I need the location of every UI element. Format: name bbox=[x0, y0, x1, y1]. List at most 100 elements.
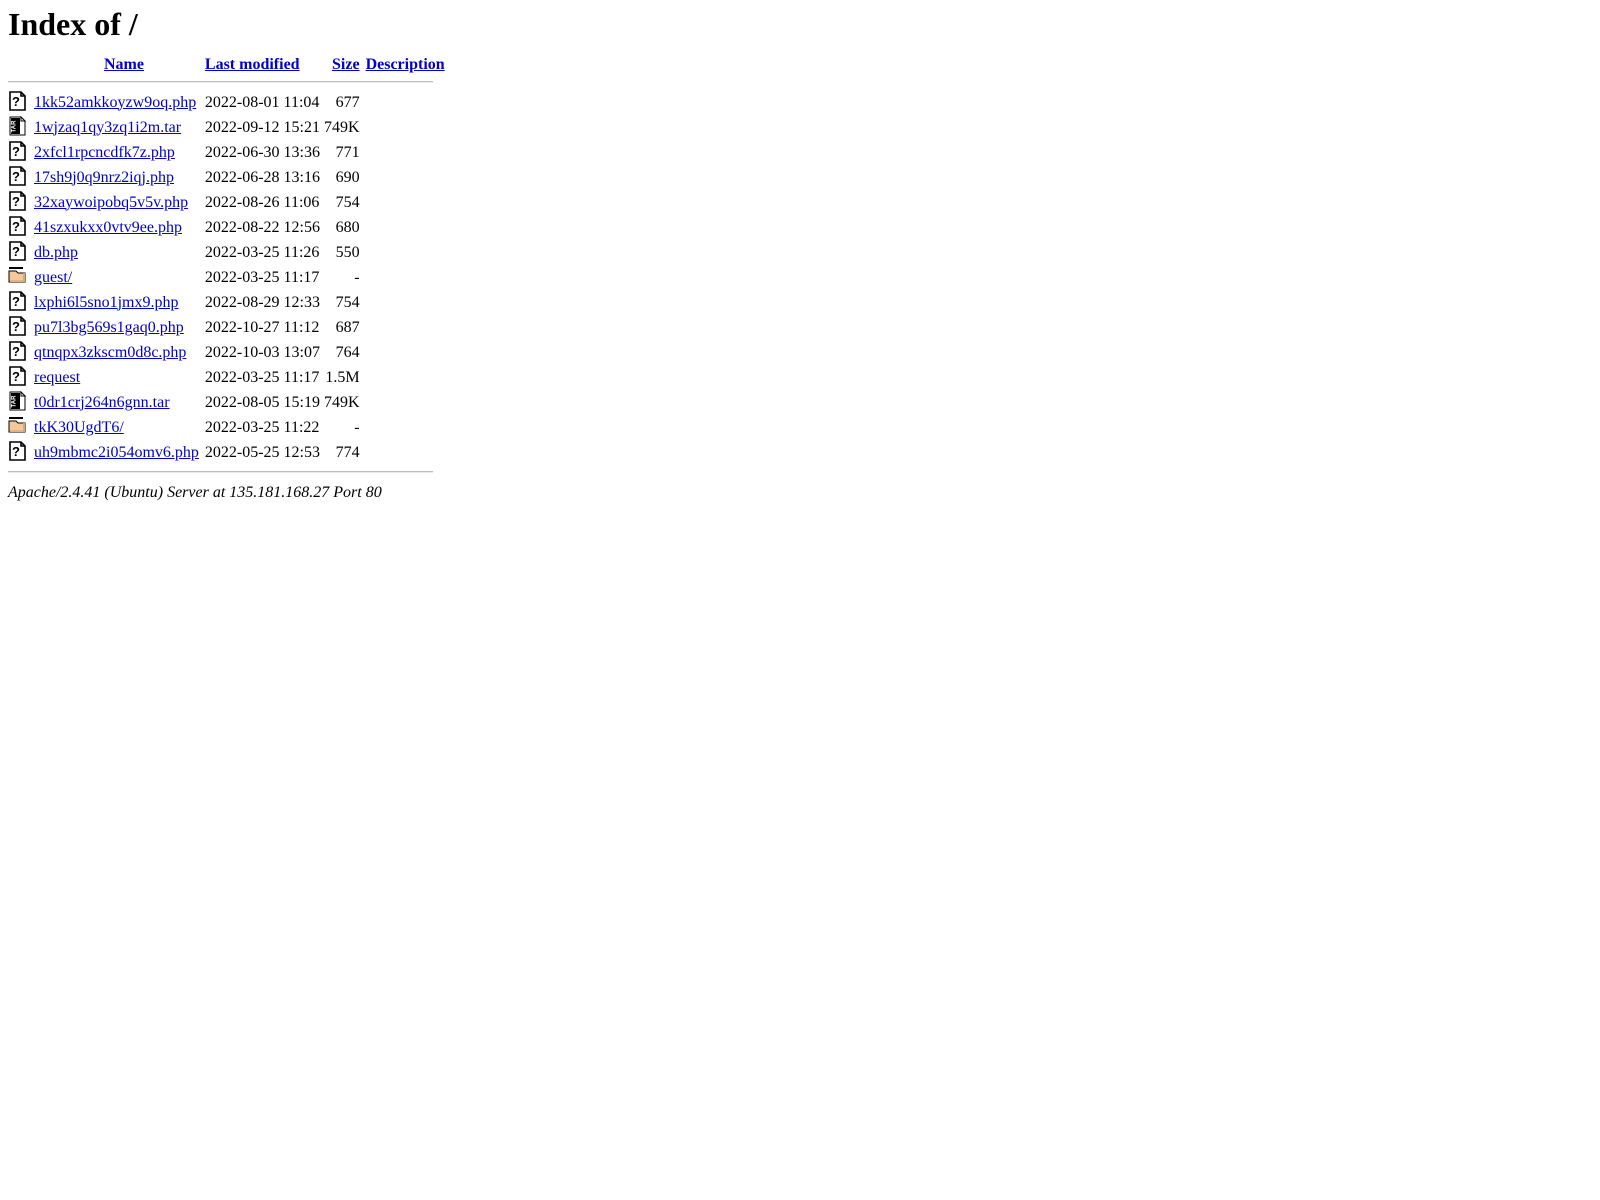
entry-description bbox=[366, 315, 445, 340]
svg-text:?: ? bbox=[12, 94, 20, 109]
entry-name-cell: 1wjzaq1qy3zq1i2m.tar bbox=[34, 115, 205, 140]
tar-archive-icon: TAR bbox=[8, 390, 28, 413]
table-row: ? 2xfcl1rpcncdfk7z.php 2022-06-30 13:36 771 bbox=[8, 140, 445, 165]
entry-name-cell: qtnqpx3zkscm0d8c.php bbox=[34, 340, 205, 365]
unknown-file-icon: ? bbox=[8, 441, 28, 463]
entry-description bbox=[366, 290, 445, 315]
entry-link[interactable]: 41szxukxx0vtv9ee.php bbox=[34, 219, 182, 236]
table-head: Name Last modified Size Description bbox=[8, 56, 445, 90]
entry-link[interactable]: db.php bbox=[34, 244, 78, 261]
entry-name-cell: 2xfcl1rpcncdfk7z.php bbox=[34, 140, 205, 165]
entry-size: 754 bbox=[335, 293, 360, 311]
unknown-file-icon: ? bbox=[8, 166, 28, 188]
table-row: ? 1kk52amkkoyzw9oq.php 2022-08-01 11:04 677 bbox=[8, 90, 445, 115]
entry-name-cell: 1kk52amkkoyzw9oq.php bbox=[34, 90, 205, 115]
entry-description bbox=[366, 390, 445, 415]
entry-size: - bbox=[354, 268, 360, 286]
svg-text:?: ? bbox=[12, 444, 20, 459]
entry-name-cell: guest/ bbox=[34, 265, 205, 290]
entry-icon-cell: ? bbox=[8, 240, 34, 265]
entry-link[interactable]: tkK30UgdT6/ bbox=[34, 419, 124, 436]
table-foot bbox=[8, 465, 445, 483]
unknown-file-icon: ? bbox=[8, 141, 28, 163]
entry-icon-cell: ? bbox=[8, 215, 34, 240]
unknown-file-icon: ? bbox=[8, 291, 28, 313]
entry-link[interactable]: guest/ bbox=[34, 269, 72, 286]
sort-by-size-link[interactable]: Size bbox=[332, 56, 360, 73]
entry-icon-cell: ? bbox=[8, 190, 34, 215]
table-row: ? 32xaywoipobq5v5v.php 2022-08-26 11:06 754 bbox=[8, 190, 445, 215]
unknown-file-icon: ? bbox=[8, 341, 28, 363]
entry-description bbox=[366, 190, 445, 215]
entry-icon-cell: ? bbox=[8, 90, 34, 115]
entry-name-cell: lxphi6l5sno1jmx9.php bbox=[34, 290, 205, 315]
entry-icon-cell: ? bbox=[8, 140, 34, 165]
entry-size: 677 bbox=[335, 93, 360, 111]
entry-name-cell: 32xaywoipobq5v5v.php bbox=[34, 190, 205, 215]
page-title: Index of / bbox=[8, 6, 138, 42]
entry-size: 764 bbox=[335, 343, 360, 361]
entry-name-cell: 41szxukxx0vtv9ee.php bbox=[34, 215, 205, 240]
svg-text:?: ? bbox=[12, 144, 20, 159]
entry-last-modified: 2022-10-27 11:12 bbox=[204, 318, 320, 336]
entry-last-modified: 2022-10-03 13:07 bbox=[204, 343, 320, 361]
column-header-description: Description bbox=[366, 56, 445, 77]
entry-size: 690 bbox=[335, 168, 360, 186]
svg-text:TAR: TAR bbox=[12, 120, 18, 133]
entry-link[interactable]: 1kk52amkkoyzw9oq.php bbox=[34, 94, 196, 111]
column-header-last-modified: Last modified bbox=[205, 56, 324, 77]
unknown-file-icon: ? bbox=[8, 316, 28, 338]
entry-size: 749K bbox=[324, 118, 360, 136]
table-row: ? db.php 2022-03-25 11:26 550 bbox=[8, 240, 445, 265]
entry-size: 1.5M bbox=[325, 368, 360, 386]
table-row: guest/2022-03-25 11:17 - bbox=[8, 265, 445, 290]
svg-text:?: ? bbox=[12, 244, 20, 259]
sort-by-description-link[interactable]: Description bbox=[366, 56, 445, 73]
entry-description bbox=[366, 140, 445, 165]
unknown-file-icon: ? bbox=[8, 216, 28, 238]
entry-icon-cell: TAR bbox=[8, 390, 34, 415]
entry-icon-cell: ? bbox=[8, 365, 34, 390]
entry-size: - bbox=[354, 418, 360, 436]
entry-name-cell: uh9mbmc2i054omv6.php bbox=[34, 440, 205, 465]
entry-name-cell: t0dr1crj264n6gnn.tar bbox=[34, 390, 205, 415]
svg-text:?: ? bbox=[12, 319, 20, 334]
entry-link[interactable]: lxphi6l5sno1jmx9.php bbox=[34, 294, 178, 311]
svg-text:?: ? bbox=[12, 294, 20, 309]
entry-link[interactable]: request bbox=[34, 369, 80, 386]
table-row: ? request 2022-03-25 11:17 1.5M bbox=[8, 365, 445, 390]
entry-link[interactable]: 17sh9j0q9nrz2iqj.php bbox=[34, 169, 174, 186]
entry-icon-cell bbox=[8, 265, 34, 290]
entry-size: 754 bbox=[335, 193, 360, 211]
sort-by-last-modified-link[interactable]: Last modified bbox=[205, 56, 300, 73]
unknown-file-icon: ? bbox=[8, 241, 28, 263]
header-rule-cell bbox=[8, 77, 445, 90]
entry-name-cell: tkK30UgdT6/ bbox=[34, 415, 205, 440]
entry-description bbox=[366, 340, 445, 365]
entry-last-modified: 2022-03-25 11:17 bbox=[204, 368, 320, 386]
folder-icon bbox=[8, 266, 28, 288]
entry-link[interactable]: uh9mbmc2i054omv6.php bbox=[34, 444, 199, 461]
entry-description bbox=[366, 365, 445, 390]
entry-link[interactable]: 2xfcl1rpcncdfk7z.php bbox=[34, 144, 175, 161]
entry-link[interactable]: t0dr1crj264n6gnn.tar bbox=[34, 394, 170, 411]
table-body: ? 1kk52amkkoyzw9oq.php 2022-08-01 11:04 677… bbox=[8, 90, 445, 465]
entry-description bbox=[366, 215, 445, 240]
entry-icon-cell: ? bbox=[8, 165, 34, 190]
entry-last-modified: 2022-09-12 15:21 bbox=[204, 118, 320, 136]
entry-icon-cell: ? bbox=[8, 315, 34, 340]
entry-description bbox=[366, 415, 445, 440]
unknown-file-icon: ? bbox=[8, 191, 28, 213]
table-header-row: Name Last modified Size Description bbox=[8, 56, 445, 77]
sort-by-name-link[interactable]: Name bbox=[104, 56, 144, 73]
entry-link[interactable]: qtnqpx3zkscm0d8c.php bbox=[34, 344, 186, 361]
entry-last-modified: 2022-06-28 13:16 bbox=[204, 168, 320, 186]
entry-last-modified: 2022-08-01 11:04 bbox=[204, 93, 320, 111]
column-header-name: Name bbox=[34, 56, 205, 77]
entry-link[interactable]: pu7l3bg569s1gaq0.php bbox=[34, 319, 184, 336]
entry-size: 771 bbox=[335, 143, 360, 161]
entry-description bbox=[366, 440, 445, 465]
entry-link[interactable]: 1wjzaq1qy3zq1i2m.tar bbox=[34, 119, 181, 136]
entry-link[interactable]: 32xaywoipobq5v5v.php bbox=[34, 194, 188, 211]
entry-size: 774 bbox=[335, 443, 360, 461]
